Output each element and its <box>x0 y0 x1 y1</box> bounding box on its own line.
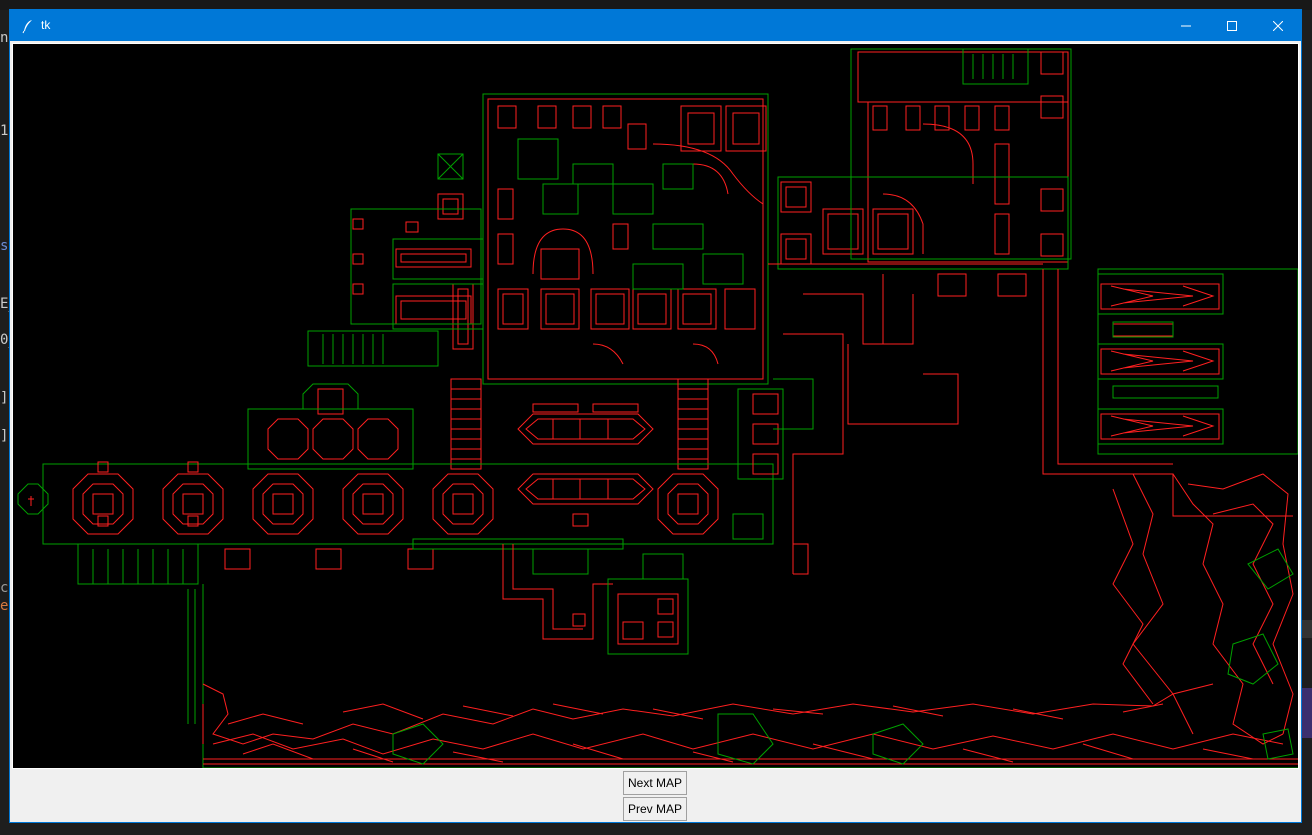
next-map-button[interactable]: Next MAP <box>623 771 687 795</box>
map-canvas[interactable] <box>12 43 1299 769</box>
minimize-button[interactable] <box>1163 10 1209 41</box>
octagon-rooms <box>72 418 719 535</box>
feather-icon <box>20 18 36 34</box>
background-text: ] <box>0 390 9 406</box>
prev-map-button[interactable]: Prev MAP <box>623 797 687 821</box>
minimize-icon <box>1181 21 1191 31</box>
background-text: ] <box>0 428 9 444</box>
automap-drawing <box>17 48 1298 768</box>
maximize-icon <box>1227 20 1237 31</box>
maximize-button[interactable] <box>1209 10 1255 41</box>
close-button[interactable] <box>1255 10 1301 41</box>
title-bar[interactable]: tk <box>10 10 1301 41</box>
tk-window: tk Next MAP Prev MAP <box>9 9 1302 823</box>
close-icon <box>1273 20 1283 31</box>
window-title: tk <box>41 18 51 32</box>
